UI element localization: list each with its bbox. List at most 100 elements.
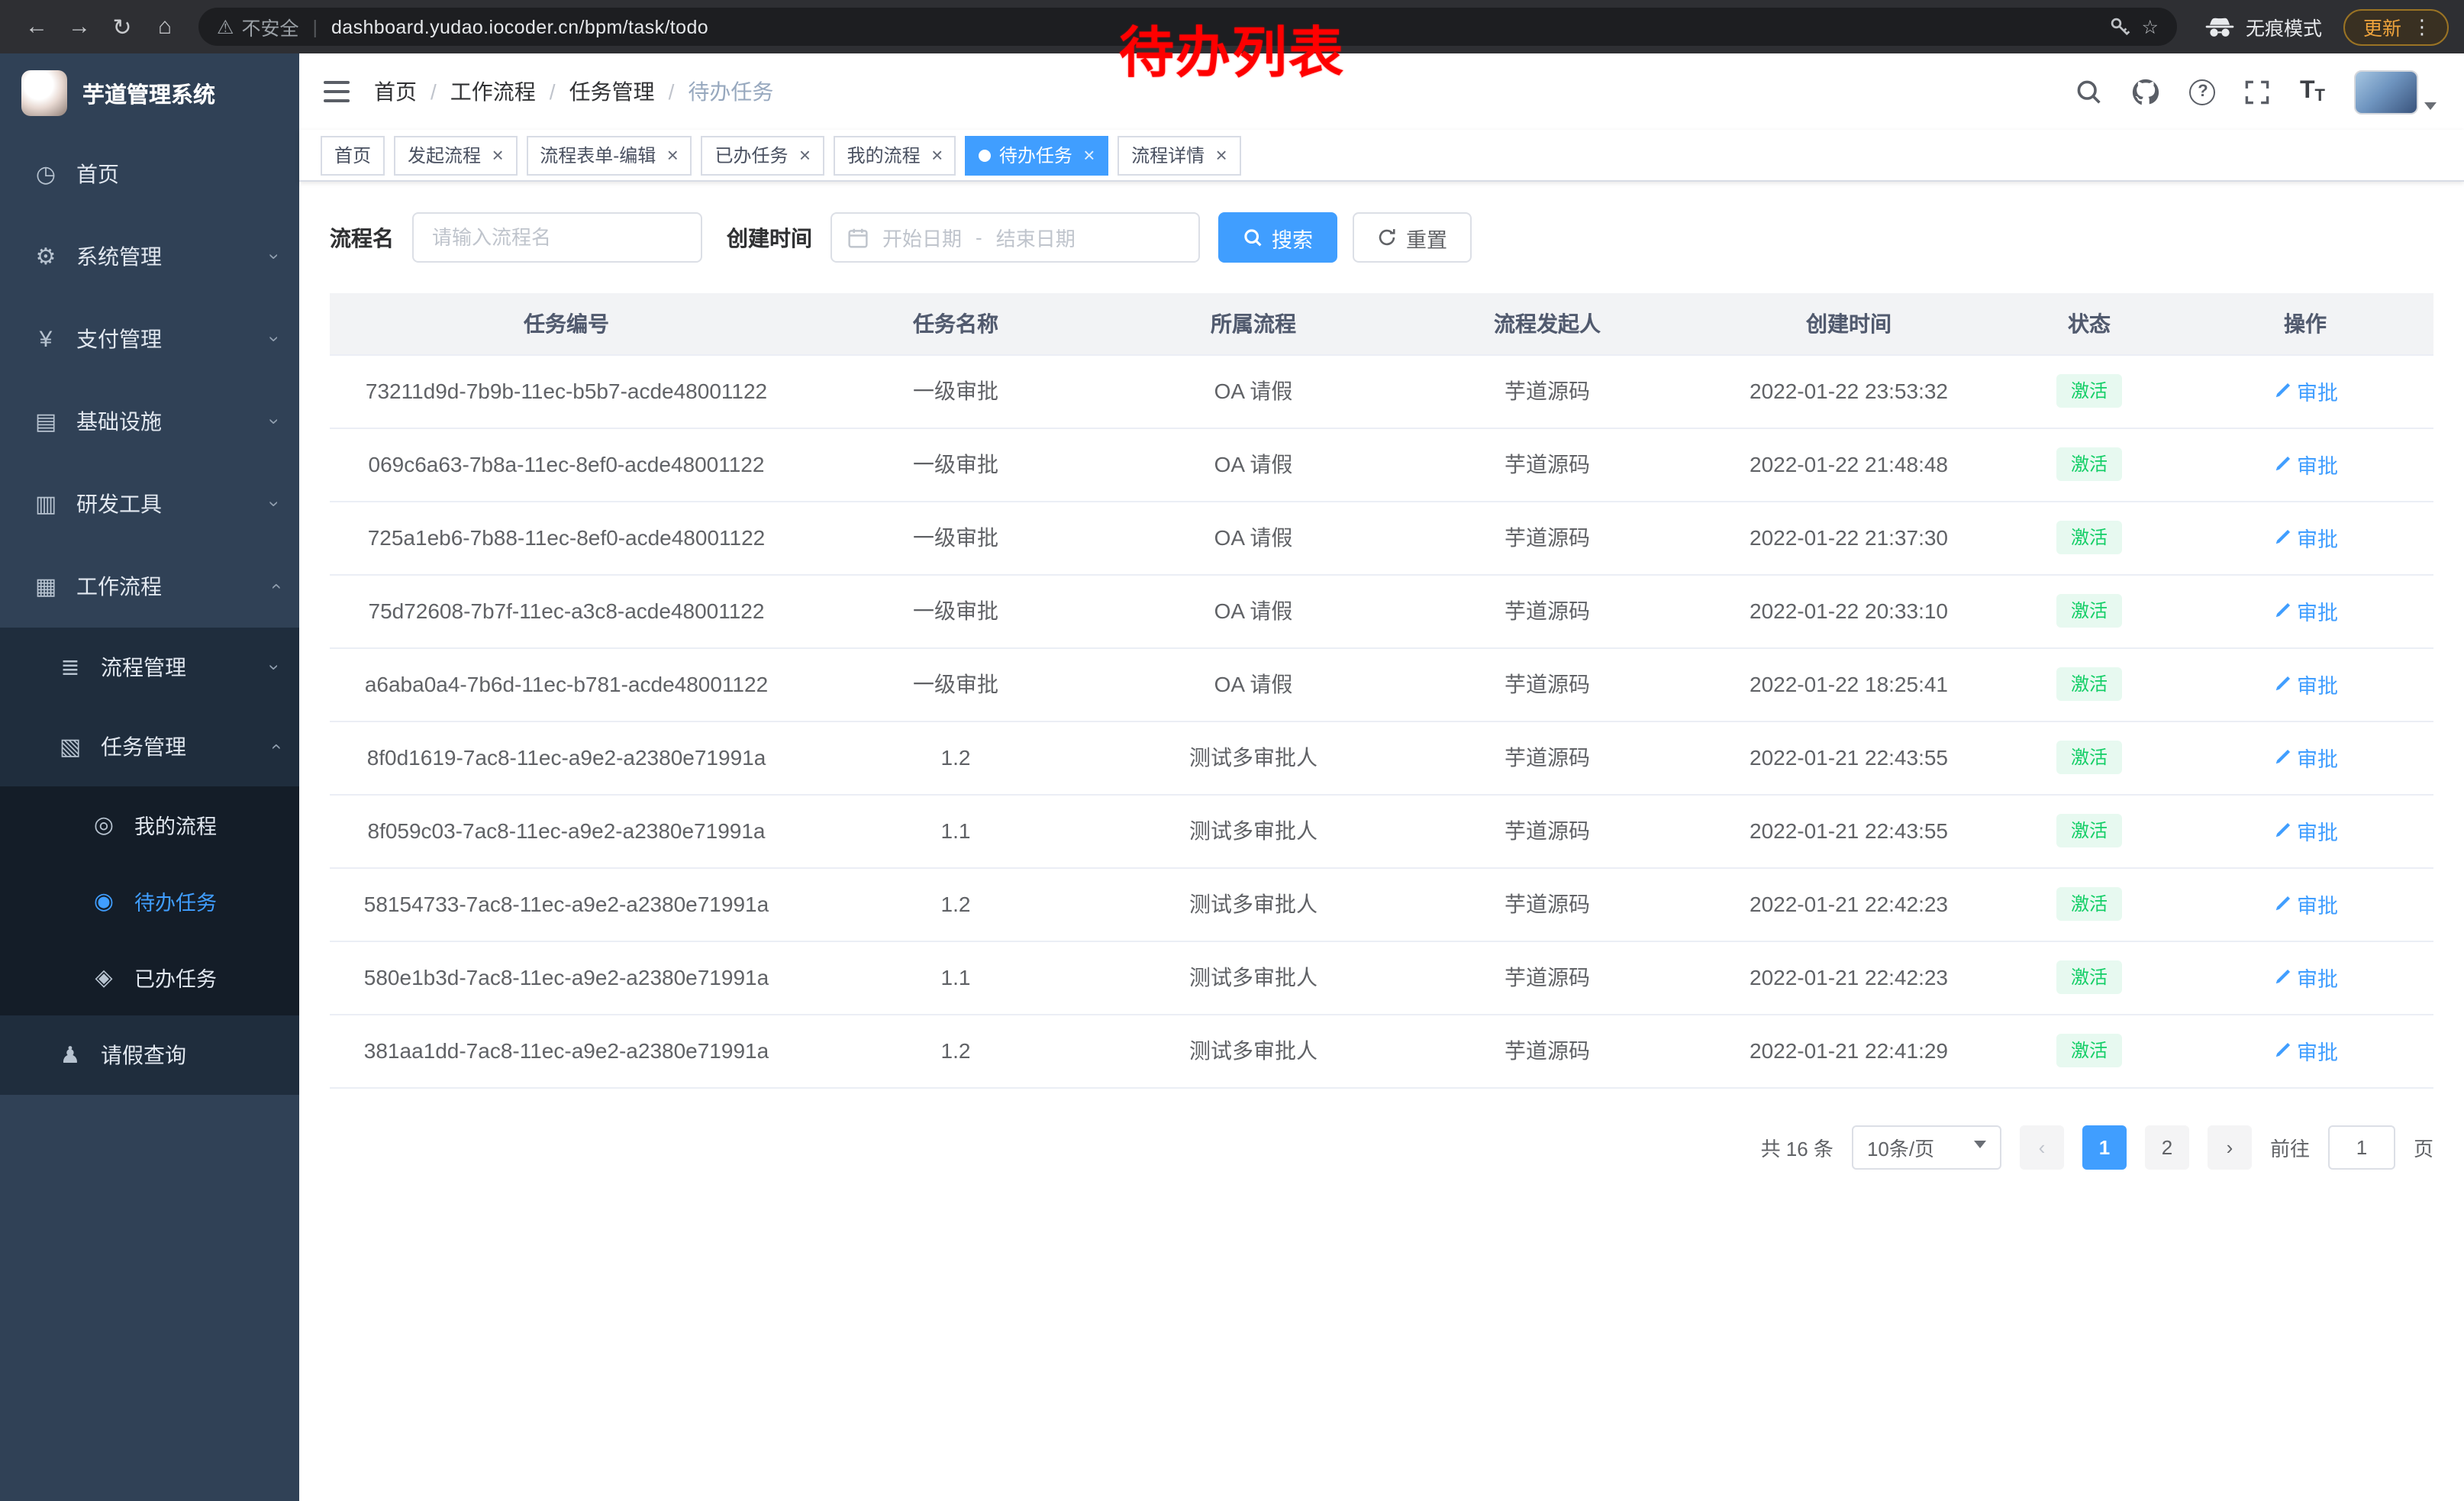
tab-start-process[interactable]: 发起流程 × [394,135,517,175]
close-icon[interactable]: × [492,145,503,165]
sidebar-item-leave-query[interactable]: ♟ 请假查询 [0,1015,299,1095]
page-button-1[interactable]: 1 [2082,1125,2127,1169]
edit-pencil-icon [2272,895,2291,913]
sidebar-item-devtools[interactable]: ▥ 研发工具 › [0,463,299,545]
table-row: 381aa1dd-7ac8-11ec-a9e2-a2380e71991a1.2测… [330,1014,2433,1087]
tab-done-tasks[interactable]: 已办任务 × [701,135,824,175]
close-icon[interactable]: × [666,145,678,165]
tab-process-form-edit[interactable]: 流程表单-编辑 × [526,135,692,175]
approve-link[interactable]: 审批 [2272,889,2338,919]
cell-status: 激活 [2001,867,2177,941]
app-logo[interactable]: 芋道管理系统 [0,53,299,133]
approve-link[interactable]: 审批 [2272,1035,2338,1066]
browser-forward-icon[interactable]: → [58,5,101,48]
approve-link[interactable]: 审批 [2272,449,2338,479]
date-range-picker[interactable]: 开始日期 - 结束日期 [830,212,1200,263]
fullscreen-icon[interactable] [2245,79,2271,105]
url-text[interactable]: dashboard.yudao.iocoder.cn/bpm/task/todo [331,16,708,37]
process-name-input[interactable] [412,212,702,263]
browser-home-icon[interactable]: ⌂ [144,5,186,48]
sidebar-toggle-icon[interactable] [324,81,350,102]
breadcrumb-workflow[interactable]: 工作流程 [450,76,536,107]
process-name-label: 流程名 [330,222,394,253]
sidebar-item-process-mgmt[interactable]: ≣ 流程管理 › [0,628,299,707]
bookmark-star-icon[interactable]: ☆ [2142,15,2159,38]
breadcrumb-task-mgmt[interactable]: 任务管理 [569,76,655,107]
approve-link[interactable]: 审批 [2272,522,2338,553]
sidebar-item-done-tasks[interactable]: ◈ 已办任务 [0,939,299,1015]
help-icon[interactable]: ? [2190,79,2216,105]
avatar[interactable] [2354,69,2418,114]
sidebar-item-my-processes[interactable]: ◎ 我的流程 [0,786,299,863]
sidebar-item-task-mgmt[interactable]: ▧ 任务管理 › [0,707,299,786]
sidebar-item-payment[interactable]: ¥ 支付管理 › [0,298,299,380]
table-row: 725a1eb6-7b88-11ec-8ef0-acde48001122一级审批… [330,501,2433,574]
annotation-text: 待办列表 [1119,9,1345,89]
status-badge: 激活 [2057,886,2121,922]
tab-home[interactable]: 首页 [321,135,385,175]
close-icon[interactable]: × [798,145,810,165]
security-label[interactable]: 不安全 [241,12,298,41]
cell-initiator: 芋道源码 [1398,354,1696,428]
sidebar-item-system[interactable]: ⚙ 系统管理 › [0,215,299,298]
tab-my-processes[interactable]: 我的流程 × [834,135,956,175]
edit-pencil-icon [2272,968,2291,986]
sidebar-item-home[interactable]: ◷ 首页 [0,133,299,215]
list-icon: ≣ [55,654,85,681]
search-icon[interactable] [2075,78,2103,105]
tab-process-detail[interactable]: 流程详情 × [1118,135,1240,175]
approve-link[interactable]: 审批 [2272,962,2338,993]
next-page-button[interactable]: › [2208,1125,2252,1169]
tab-todo-tasks[interactable]: 待办任务 × [966,135,1108,175]
chevron-down-icon: › [264,253,285,260]
cell-task-name: 1.2 [803,1014,1108,1087]
filter-form: 流程名 创建时间 开始日期 - 结束日期 搜索 重 [330,212,2433,263]
close-icon[interactable]: × [1083,145,1095,165]
status-badge: 激活 [2057,373,2121,408]
approve-link[interactable]: 审批 [2272,669,2338,699]
cell-status: 激活 [2001,428,2177,501]
page-button-2[interactable]: 2 [2145,1125,2189,1169]
cell-action: 审批 [2177,428,2433,501]
browser-back-icon[interactable]: ← [15,5,58,48]
browser-update-button[interactable]: 更新 ⋮ [2343,8,2449,45]
approve-link[interactable]: 审批 [2272,376,2338,406]
cell-status: 激活 [2001,574,2177,647]
sidebar-item-infrastructure[interactable]: ▤ 基础设施 › [0,380,299,463]
key-icon[interactable] [2108,15,2131,38]
approve-link[interactable]: 审批 [2272,596,2338,626]
gear-icon: ⚙ [31,243,61,270]
goto-page-input[interactable] [2328,1125,2395,1169]
cell-task-name: 1.1 [803,941,1108,1014]
page-size-select[interactable]: 10条/页 [1852,1125,2001,1169]
table-header-row: 任务编号 任务名称 所属流程 流程发起人 创建时间 状态 操作 [330,293,2433,354]
col-task-id: 任务编号 [330,293,803,354]
close-icon[interactable]: × [1215,145,1227,165]
table-row: 580e1b3d-7ac8-11ec-a9e2-a2380e71991a1.1测… [330,941,2433,1014]
close-icon[interactable]: × [931,145,943,165]
breadcrumb-current: 待办任务 [688,76,773,107]
cell-initiator: 芋道源码 [1398,867,1696,941]
user-menu[interactable] [2354,69,2437,114]
breadcrumb-home[interactable]: 首页 [374,76,417,107]
table-row: 58154733-7ac8-11ec-a9e2-a2380e71991a1.2测… [330,867,2433,941]
sidebar-item-workflow[interactable]: ▦ 工作流程 › [0,545,299,628]
github-icon[interactable] [2132,77,2161,106]
end-date-placeholder[interactable]: 结束日期 [996,223,1076,252]
col-initiator: 流程发起人 [1398,293,1696,354]
search-button[interactable]: 搜索 [1218,212,1337,263]
cell-task-id: a6aba0a4-7b6d-11ec-b781-acde48001122 [330,647,803,721]
cell-initiator: 芋道源码 [1398,721,1696,794]
page-content: 流程名 创建时间 开始日期 - 结束日期 搜索 重 [299,182,2464,1501]
reset-button[interactable]: 重置 [1353,212,1472,263]
briefcase-icon: ▦ [31,573,61,600]
approve-link[interactable]: 审批 [2272,742,2338,773]
prev-page-button[interactable]: ‹ [2020,1125,2064,1169]
browser-menu-icon[interactable]: ⋮ [2412,15,2432,39]
sidebar-item-todo-tasks[interactable]: ◉ 待办任务 [0,863,299,939]
start-date-placeholder[interactable]: 开始日期 [882,223,962,252]
cell-created: 2022-01-21 22:43:55 [1696,721,2001,794]
approve-link[interactable]: 审批 [2272,815,2338,846]
font-size-icon[interactable]: TT [2300,78,2325,105]
browser-reload-icon[interactable]: ↻ [101,5,144,48]
